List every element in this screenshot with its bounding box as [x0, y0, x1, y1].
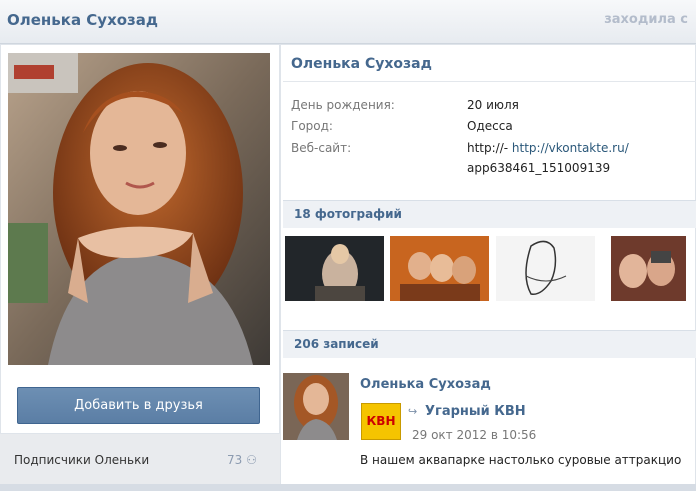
- website-value-line2[interactable]: app638461_151009139: [467, 161, 610, 175]
- bottom-edge: [0, 484, 696, 491]
- city-label: Город:: [291, 119, 333, 133]
- photo-thumb[interactable]: [285, 236, 384, 301]
- add-friend-button[interactable]: Добавить в друзья: [17, 387, 260, 424]
- online-status: заходила с: [604, 12, 688, 27]
- photo-image: [496, 236, 595, 301]
- avatar-photo: [8, 53, 270, 365]
- photo-image: [285, 236, 384, 301]
- photo-thumb[interactable]: [390, 236, 489, 301]
- header-username[interactable]: Оленька Сухозад: [7, 11, 158, 29]
- group-logo[interactable]: КВН: [361, 403, 401, 440]
- subscribers-link[interactable]: Подписчики Оленьки: [14, 453, 149, 467]
- birthday-value[interactable]: 20 июля: [467, 98, 519, 112]
- photo-thumb[interactable]: [496, 236, 595, 301]
- people-icon: ⚇: [246, 453, 257, 467]
- city-value[interactable]: Одесса: [467, 119, 513, 133]
- divider: [283, 81, 696, 82]
- post-text: В нашем аквапарке настолько суровые аттр…: [360, 453, 682, 467]
- photo-image: [390, 236, 489, 301]
- repost-icon: ↪: [408, 405, 418, 418]
- profile-title: Оленька Сухозад: [291, 56, 432, 72]
- post-author-name[interactable]: Оленька Сухозад: [360, 377, 491, 392]
- photo-thumb[interactable]: [611, 236, 686, 301]
- photos-title[interactable]: 18 фотографий: [294, 207, 402, 221]
- profile-avatar[interactable]: [8, 53, 270, 365]
- birthday-label: День рождения:: [291, 98, 395, 112]
- website-link[interactable]: http://vkontakte.ru/: [512, 141, 629, 155]
- post-author-avatar[interactable]: [283, 373, 349, 440]
- group-name-link[interactable]: Угарный КВН: [425, 404, 526, 419]
- photo-image: [611, 236, 686, 301]
- website-value[interactable]: http://- http://vkontakte.ru/: [467, 141, 629, 155]
- post-avatar-photo: [283, 373, 349, 440]
- subscribers-count: 73 ⚇: [227, 453, 257, 467]
- post-timestamp[interactable]: 29 окт 2012 в 10:56: [412, 428, 536, 442]
- website-label: Веб-сайт:: [291, 141, 352, 155]
- wall-title[interactable]: 206 записей: [294, 337, 379, 351]
